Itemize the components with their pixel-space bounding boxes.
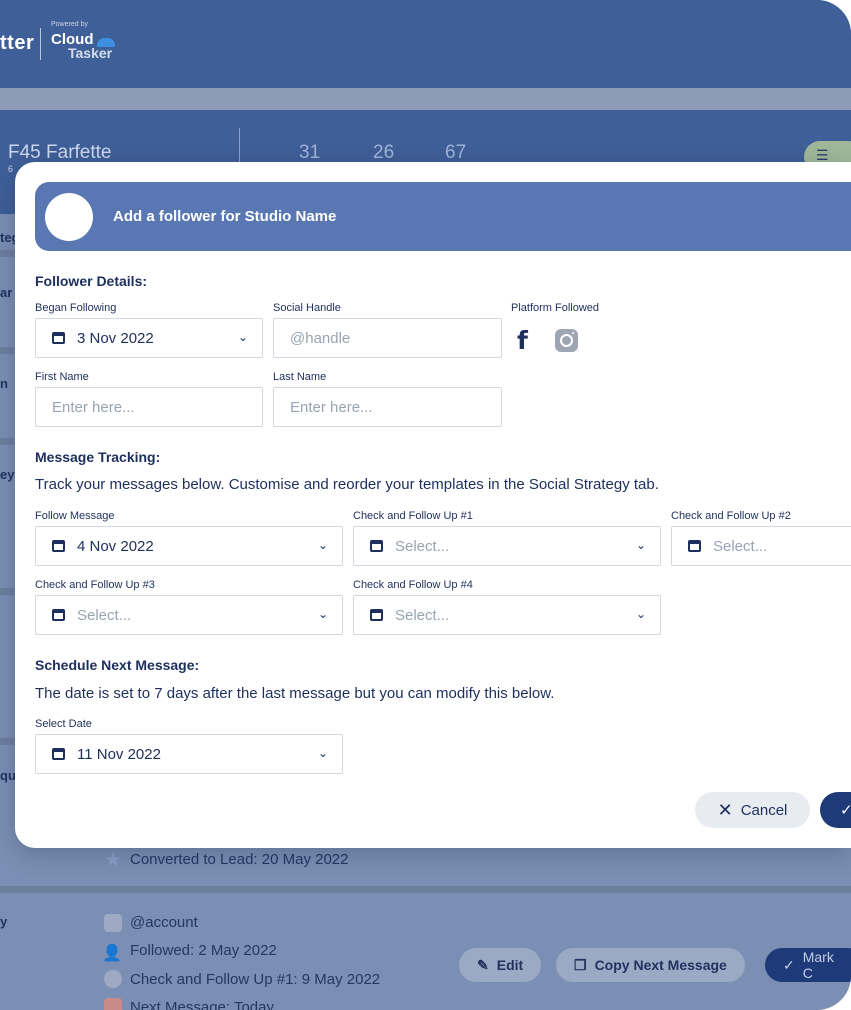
follow-message-date-select[interactable]: 4 Nov 2022 ⌄ [35, 526, 343, 566]
first-name-field[interactable] [35, 387, 263, 427]
mark-button-label: Mark C [802, 949, 834, 981]
first-name-input[interactable] [52, 398, 262, 416]
edit-button-label: Edit [496, 957, 524, 973]
calendar-icon [688, 540, 701, 552]
tasker-logo-text: Tasker [68, 45, 113, 61]
schedule-heading: Schedule Next Message: [35, 657, 200, 673]
account-handle: @account [130, 914, 198, 931]
began-following-value: 3 Nov 2022 [77, 329, 154, 347]
follow-message-value: 4 Nov 2022 [77, 537, 154, 555]
calendar-icon [104, 998, 122, 1010]
copy-button-label: Copy Next Message [594, 957, 727, 973]
cancel-button-label: Cancel [740, 801, 788, 819]
check-circle-icon [104, 970, 122, 988]
instagram-icon [104, 914, 122, 932]
followup3-date-select[interactable]: Select... ⌄ [35, 595, 343, 635]
follow-message-label: Follow Message [35, 510, 115, 522]
modal-header: Add a follower for Studio Name [35, 182, 851, 251]
facebook-icon[interactable]: f [517, 326, 528, 355]
followup3-label: Check and Follow Up #3 [35, 579, 155, 591]
add-user-icon: 👤 [102, 945, 122, 962]
message-tracking-heading: Message Tracking: [35, 449, 161, 465]
mark-complete-button[interactable]: ✓ Mark C [765, 948, 851, 982]
calendar-icon [52, 332, 65, 344]
save-button[interactable]: ✓ [820, 792, 851, 828]
stat-value: 31 [299, 142, 321, 163]
followup1-label: Check and Follow Up #1 [353, 510, 473, 522]
chevron-down-icon: ⌄ [317, 538, 328, 552]
select-date-label: Select Date [35, 718, 92, 730]
followup4-placeholder: Select... [395, 606, 450, 624]
chevron-down-icon: ⌄ [635, 538, 646, 552]
calendar-icon [52, 748, 65, 760]
platform-followed-label: Platform Followed [511, 302, 600, 314]
studio-subtext: 6 [8, 164, 14, 174]
next-message-date: Next Message: Today [130, 999, 274, 1010]
last-name-label: Last Name [273, 371, 327, 383]
powered-by-label: Powered by [51, 21, 88, 28]
next-message-date-select[interactable]: 11 Nov 2022 ⌄ [35, 734, 343, 774]
social-handle-input[interactable] [290, 329, 501, 347]
followup1-placeholder: Select... [395, 537, 450, 555]
side-label: ar [0, 285, 13, 300]
followup2-label: Check and Follow Up #2 [671, 510, 791, 522]
check-icon: ✓ [840, 802, 851, 819]
calendar-icon [52, 540, 65, 552]
edit-button[interactable]: ✎ Edit [459, 948, 542, 982]
stat-value: 67 [445, 142, 467, 163]
last-name-input[interactable] [290, 398, 501, 416]
copy-next-message-button[interactable]: ❐ Copy Next Message [556, 948, 745, 982]
studio-avatar [45, 192, 93, 241]
app-header [0, 0, 851, 88]
began-following-date-select[interactable]: 3 Nov 2022 ⌄ [35, 318, 263, 358]
followup2-date-select[interactable]: Select... [671, 526, 851, 566]
chevron-down-icon: ⌄ [317, 607, 328, 621]
converted-to-lead: Converted to Lead: 20 May 2022 [130, 851, 349, 868]
chevron-down-icon: ⌄ [635, 607, 646, 621]
side-label: qu [0, 768, 16, 783]
chevron-down-icon: ⌄ [237, 330, 248, 344]
followed-date: Followed: 2 May 2022 [130, 942, 277, 959]
brand-name: tter [0, 32, 35, 54]
calendar-icon [370, 609, 383, 621]
instagram-icon[interactable] [555, 329, 578, 352]
message-tracking-description: Track your messages below. Customise and… [35, 476, 659, 493]
last-name-field[interactable] [273, 387, 502, 427]
social-handle-label: Social Handle [273, 302, 341, 314]
copy-icon: ❐ [574, 956, 587, 973]
stat-value: 26 [373, 142, 395, 163]
star-icon: ★ [104, 849, 122, 871]
close-icon: ✕ [717, 799, 733, 820]
pencil-icon: ✎ [477, 956, 489, 973]
side-label: ey [0, 467, 15, 482]
app-frame: tter Powered by Cloud Tasker F45 Farfett… [0, 0, 851, 1010]
followup4-date-select[interactable]: Select... ⌄ [353, 595, 661, 635]
side-label: n [0, 376, 8, 391]
social-handle-field[interactable] [273, 318, 502, 358]
calendar-icon [52, 609, 65, 621]
cancel-button[interactable]: ✕ Cancel [695, 792, 810, 828]
schedule-description: The date is set to 7 days after the last… [35, 685, 555, 702]
chevron-down-icon: ⌄ [317, 746, 328, 760]
follower-details-heading: Follower Details: [35, 273, 148, 289]
calendar-icon [370, 540, 383, 552]
side-label: y [0, 914, 8, 929]
followup3-placeholder: Select... [77, 606, 132, 624]
follow-up-date: Check and Follow Up #1: 9 May 2022 [130, 971, 381, 988]
brand-divider [40, 28, 41, 60]
modal-title: Add a follower for Studio Name [113, 208, 337, 225]
row-divider [0, 886, 851, 893]
header-strip [0, 88, 851, 110]
followup1-date-select[interactable]: Select... ⌄ [353, 526, 661, 566]
select-date-value: 11 Nov 2022 [77, 745, 161, 763]
check-icon: ✓ [783, 956, 795, 973]
followup2-placeholder: Select... [713, 537, 768, 555]
first-name-label: First Name [35, 371, 89, 383]
studio-name: F45 Farfette [8, 142, 112, 163]
followup4-label: Check and Follow Up #4 [353, 579, 473, 591]
add-follower-modal: Add a follower for Studio Name Follower … [15, 162, 851, 848]
began-following-label: Began Following [35, 302, 117, 314]
